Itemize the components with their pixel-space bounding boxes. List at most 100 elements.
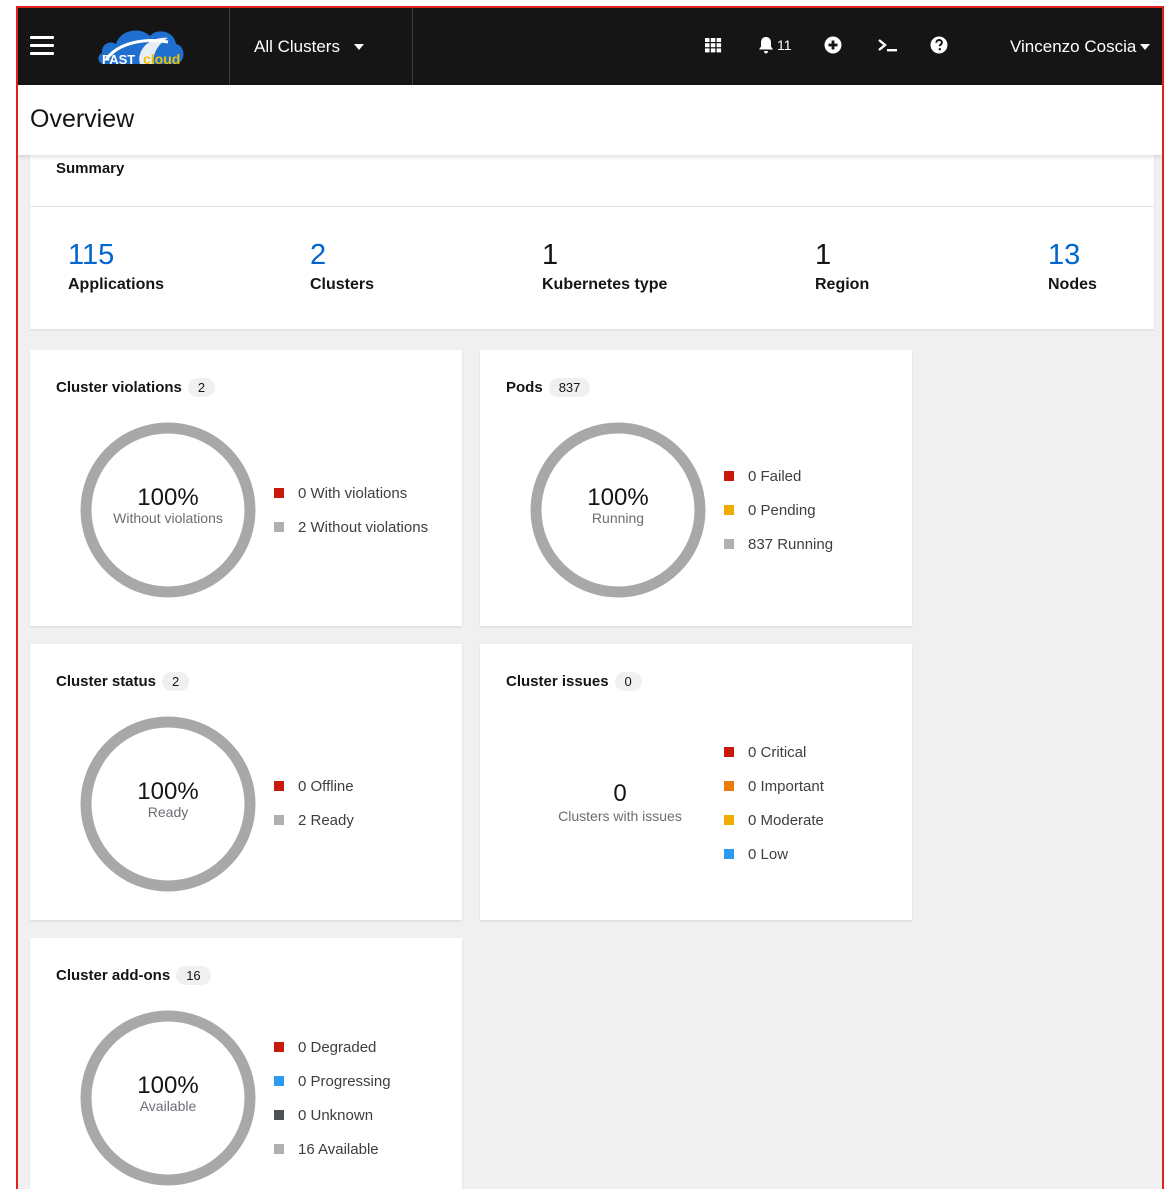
- stat-value[interactable]: 13: [1048, 240, 1097, 270]
- legend-item-low[interactable]: 0 Low: [724, 837, 824, 871]
- masthead-divider: [229, 8, 230, 85]
- legend-item-unknown[interactable]: 0 Unknown: [274, 1098, 391, 1132]
- stat-label: Kubernetes type: [542, 276, 668, 293]
- issues-label: Clusters with issues: [558, 808, 682, 824]
- legend-label: 0 Critical: [748, 743, 807, 761]
- legend-item-available[interactable]: 16 Available: [274, 1132, 391, 1166]
- cluster-addons-card: Cluster add-ons 16 100% Available 0 Degr…: [30, 938, 462, 1189]
- legend-label: 837 Running: [748, 535, 834, 553]
- legend-label: 2 Without violations: [298, 518, 429, 536]
- cluster-status-card: Cluster status 2 100% Ready 0 Offline 2 …: [30, 644, 462, 920]
- card-title-text: Cluster add-ons: [56, 967, 171, 984]
- issues-summary[interactable]: 0 Clusters with issues: [540, 780, 700, 824]
- legend-swatch: [724, 849, 734, 859]
- legend-label: 0 Unknown: [298, 1106, 374, 1124]
- stat-value: 1: [815, 239, 832, 271]
- legend-label: 0 Progressing: [298, 1072, 391, 1090]
- masthead-divider: [412, 8, 413, 85]
- stat-label: Nodes: [1048, 276, 1097, 293]
- bell-icon: [759, 37, 773, 54]
- notifications-button[interactable]: 11: [758, 36, 792, 54]
- donut-label: Available: [139, 1098, 197, 1114]
- cluster-selector[interactable]: All Clusters: [254, 37, 364, 57]
- stat-kubernetes-type: 1 Kubernetes type: [542, 240, 667, 294]
- legend-swatch: [724, 505, 734, 515]
- menu-icon[interactable]: [30, 36, 54, 56]
- plus-circle-icon[interactable]: [824, 36, 842, 54]
- legend-swatch: [274, 522, 284, 532]
- terminal-icon[interactable]: [877, 36, 899, 54]
- count-badge: 0: [614, 672, 642, 691]
- legend-swatch: [724, 747, 734, 757]
- legend: 0 With violations 2 Without violations: [274, 476, 428, 544]
- cluster-issues-card: Cluster issues 0 0 Clusters with issues …: [480, 644, 912, 920]
- legend-label: 0 Important: [748, 777, 824, 795]
- summary-card: Summary 115 Applications 2 Clusters 1 Ku…: [30, 155, 1154, 329]
- summary-title: Summary: [30, 155, 1154, 207]
- legend-label: 0 With violations: [298, 484, 408, 502]
- stat-nodes[interactable]: 13 Nodes: [1048, 240, 1097, 294]
- logo-text-cloud: cloud: [143, 51, 180, 67]
- cluster-violations-card: Cluster violations 2 100% Without violat…: [30, 350, 462, 626]
- legend-item-without-violations[interactable]: 2 Without violations: [274, 510, 428, 544]
- legend-item-failed[interactable]: 0 Failed: [724, 459, 833, 493]
- legend-label: 0 Offline: [298, 777, 354, 795]
- user-menu[interactable]: Vincenzo Coscia: [1010, 37, 1151, 57]
- stat-value[interactable]: 2: [310, 240, 374, 270]
- card-title-text: Cluster issues: [506, 673, 609, 690]
- legend: 0 Failed 0 Pending 837 Running: [724, 459, 833, 561]
- caret-down-icon: [353, 44, 364, 50]
- legend-item-moderate[interactable]: 0 Moderate: [724, 803, 824, 837]
- card-title: Cluster issues 0: [506, 672, 642, 691]
- donut-chart[interactable]: 100% Running: [530, 422, 706, 598]
- legend-item-ready[interactable]: 2 Ready: [274, 803, 354, 837]
- app-frame: FAST cloud All Clusters 11 Vincenzo Cosc…: [16, 6, 1164, 1189]
- cluster-selector-label: All Clusters: [254, 37, 340, 56]
- donut-percent: 100%: [137, 1072, 199, 1099]
- app-launcher-icon[interactable]: [704, 36, 722, 54]
- count-badge: 2: [162, 672, 190, 691]
- legend-swatch: [274, 781, 284, 791]
- legend-item-progressing[interactable]: 0 Progressing: [274, 1064, 391, 1098]
- stat-value[interactable]: 115: [68, 240, 164, 270]
- legend-swatch: [724, 539, 734, 549]
- stat-region: 1 Region: [815, 240, 869, 294]
- legend-item-critical[interactable]: 0 Critical: [724, 735, 824, 769]
- legend-swatch: [274, 1076, 284, 1086]
- donut-chart[interactable]: 100% Without violations: [80, 422, 256, 598]
- caret-down-icon: [1140, 44, 1151, 50]
- count-badge: 837: [548, 378, 591, 397]
- legend-item-degraded[interactable]: 0 Degraded: [274, 1030, 391, 1064]
- donut-chart[interactable]: 100% Available: [80, 1010, 256, 1186]
- user-name: Vincenzo Coscia: [1010, 37, 1137, 56]
- stat-applications[interactable]: 115 Applications: [68, 240, 164, 294]
- legend-swatch: [274, 815, 284, 825]
- logo-text-fast: FAST: [102, 52, 135, 67]
- legend: 0 Critical 0 Important 0 Moderate 0 Low: [724, 735, 824, 871]
- pods-card: Pods 837 100% Running 0 Failed 0 Pending…: [480, 350, 912, 626]
- fastcloud-logo[interactable]: FAST cloud: [96, 20, 188, 72]
- legend-label: 16 Available: [298, 1140, 379, 1158]
- card-title: Pods 837: [506, 378, 591, 397]
- legend-item-with-violations[interactable]: 0 With violations: [274, 476, 428, 510]
- legend-swatch: [724, 471, 734, 481]
- legend-swatch: [274, 488, 284, 498]
- legend-swatch: [724, 781, 734, 791]
- count-badge: 16: [176, 966, 211, 985]
- legend-label: 0 Low: [748, 845, 789, 863]
- legend-swatch: [274, 1110, 284, 1120]
- legend-item-important[interactable]: 0 Important: [724, 769, 824, 803]
- donut-label: Without violations: [113, 510, 223, 526]
- legend: 0 Degraded 0 Progressing 0 Unknown 16 Av…: [274, 1030, 391, 1166]
- help-icon[interactable]: [930, 36, 948, 54]
- legend-swatch: [724, 815, 734, 825]
- legend-item-running[interactable]: 837 Running: [724, 527, 833, 561]
- donut-chart[interactable]: 100% Ready: [80, 716, 256, 892]
- stat-clusters[interactable]: 2 Clusters: [310, 240, 374, 294]
- page-header: Overview: [18, 85, 1162, 155]
- page-title: Overview: [30, 105, 135, 133]
- masthead: FAST cloud All Clusters 11 Vincenzo Cosc…: [18, 8, 1162, 85]
- card-title: Cluster status 2: [56, 672, 190, 691]
- legend-item-offline[interactable]: 0 Offline: [274, 769, 354, 803]
- legend-item-pending[interactable]: 0 Pending: [724, 493, 833, 527]
